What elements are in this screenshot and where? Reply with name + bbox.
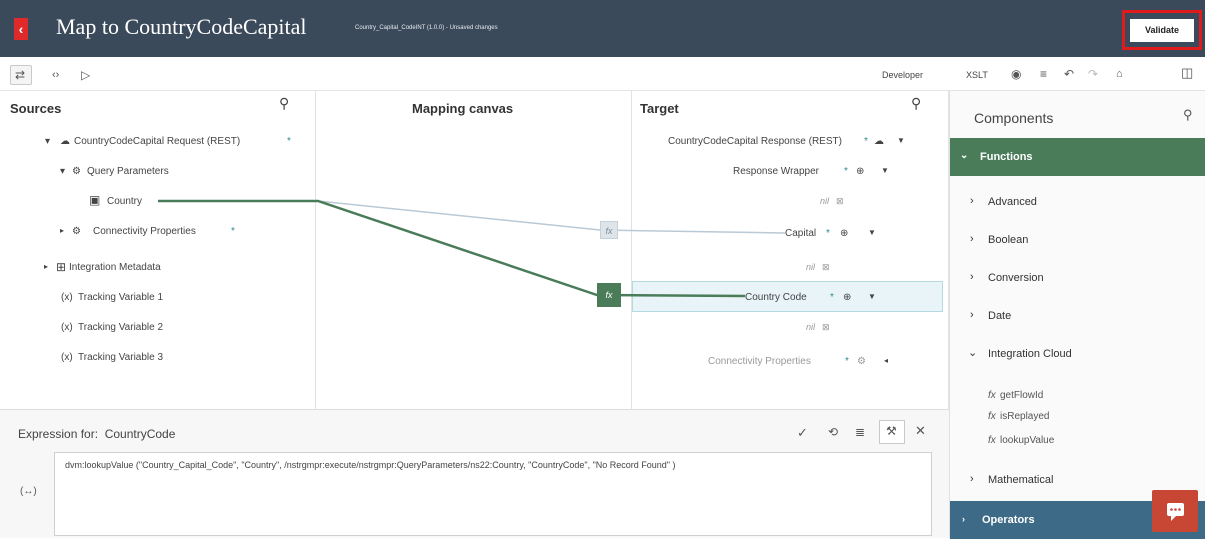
expression-input[interactable]: dvm:lookupValue ("Country_Capital_Code",… xyxy=(54,452,932,536)
functions-label: Functions xyxy=(980,151,1033,163)
chevron-right-icon: › xyxy=(970,271,974,283)
check-icon[interactable]: ✓ xyxy=(797,425,808,441)
variable-icon[interactable]: (↔) xyxy=(20,486,37,497)
chevron-down-icon: ⌄ xyxy=(968,347,978,359)
function-node-country-code[interactable]: fx xyxy=(597,283,621,307)
function-icon: fx xyxy=(988,435,996,446)
tools-icon: ⚒ xyxy=(886,424,897,438)
function-node-capital[interactable]: fx xyxy=(600,221,618,239)
close-icon[interactable]: ✕ xyxy=(915,423,926,439)
category-conversion[interactable]: Conversion xyxy=(988,272,1044,284)
category-mathematical[interactable]: Mathematical xyxy=(988,474,1053,486)
expression-editor: Expression for: CountryCode ✓ ⟲ ≣ ⚒ ✕ (↔… xyxy=(0,409,949,538)
function-lookupvalue[interactable]: lookupValue xyxy=(1000,435,1054,446)
search-icon[interactable]: ⚲ xyxy=(1183,107,1193,123)
function-icon: fx xyxy=(988,390,996,401)
chevron-right-icon: › xyxy=(970,309,974,321)
function-isreplayed[interactable]: isReplayed xyxy=(1000,411,1049,422)
function-getflowid[interactable]: getFlowId xyxy=(1000,390,1043,401)
expression-label: Expression for: CountryCode xyxy=(18,427,176,441)
chat-button[interactable] xyxy=(1152,490,1198,532)
operators-label: Operators xyxy=(982,514,1035,526)
components-heading: Components xyxy=(974,110,1054,126)
chat-icon xyxy=(1167,503,1184,521)
category-advanced[interactable]: Advanced xyxy=(988,196,1037,208)
chevron-right-icon: › xyxy=(962,514,965,524)
refresh-icon[interactable]: ⟲ xyxy=(828,425,838,439)
format-icon[interactable]: ≣ xyxy=(855,425,865,439)
functions-section[interactable]: ⌄ Functions xyxy=(950,138,1205,176)
chevron-right-icon: › xyxy=(970,473,974,485)
chevron-down-icon: ⌄ xyxy=(960,150,969,161)
category-date[interactable]: Date xyxy=(988,310,1011,322)
chevron-right-icon: › xyxy=(970,195,974,207)
category-boolean[interactable]: Boolean xyxy=(988,234,1028,246)
components-panel: Components ⚲ ⌄ Functions › Advanced › Bo… xyxy=(949,91,1205,539)
mapping-line-secondary xyxy=(158,200,786,234)
chevron-right-icon: › xyxy=(970,233,974,245)
category-integration-cloud[interactable]: Integration Cloud xyxy=(988,348,1072,360)
function-icon: fx xyxy=(988,411,996,422)
